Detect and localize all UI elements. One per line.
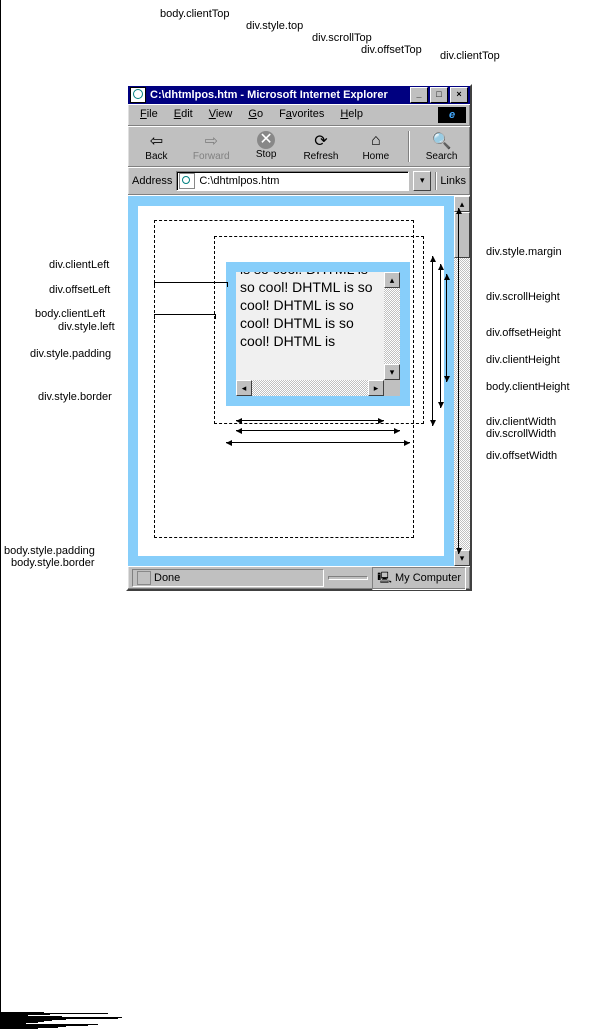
menu-favorites[interactable]: Favorites (271, 107, 332, 123)
forward-button[interactable]: ⇨ Forward (189, 131, 234, 162)
back-button[interactable]: ⇦ Back (134, 131, 179, 162)
statusbar: Done 🖳 My Computer (128, 566, 470, 589)
div-content: is so cool! DHTML is so cool! DHTML is s… (236, 272, 400, 396)
callout-div-scrollTop: div.scrollTop (312, 32, 372, 44)
bracket-offsetLeft (154, 282, 228, 287)
stop-label: Stop (256, 149, 277, 160)
callout-div-offsetWidth: div.offsetWidth (486, 450, 557, 462)
scroll-thumb[interactable] (454, 212, 470, 258)
search-label: Search (426, 151, 458, 162)
arrow-div-offsetHeight (440, 264, 441, 408)
menu-edit[interactable]: Edit (166, 107, 201, 123)
callout-div-clientHeight: div.clientHeight (486, 354, 560, 366)
minimize-button[interactable]: _ (410, 87, 428, 103)
arrow-div-scrollWidth (236, 430, 400, 431)
arrow-div-scrollHeight (432, 256, 433, 426)
scroll-corner (384, 380, 400, 396)
status-done: Done (132, 569, 324, 587)
menu-file[interactable]: File (132, 107, 166, 123)
titlebar[interactable]: C:\dhtmlpos.htm - Microsoft Internet Exp… (128, 86, 470, 104)
forward-label: Forward (193, 151, 230, 162)
close-button[interactable]: × (450, 87, 468, 103)
bracket-style-left (154, 314, 216, 319)
callout-div-clientLeft: div.clientLeft (49, 259, 109, 271)
ie-window: C:\dhtmlpos.htm - Microsoft Internet Exp… (126, 84, 472, 591)
back-label: Back (145, 151, 167, 162)
callout-div-style-top: div.style.top (246, 20, 303, 32)
address-dropdown[interactable]: ▾ (413, 171, 431, 191)
div-element: is so cool! DHTML is so cool! DHTML is s… (226, 262, 410, 406)
viewport-vscrollbar[interactable]: ▴ ▾ (454, 196, 470, 566)
address-value: C:\dhtmlpos.htm (199, 175, 279, 187)
arrow-div-clientHeight (446, 274, 447, 382)
callout-body-style-border: body.style.border (11, 557, 95, 569)
menu-view[interactable]: View (201, 107, 241, 123)
menubar: File Edit View Go Favorites Help e (128, 104, 470, 126)
scroll-up-btn[interactable]: ▴ (384, 272, 400, 288)
home-button[interactable]: ⌂ Home (353, 131, 398, 162)
callout-div-style-left: div.style.left (58, 321, 115, 333)
callout-div-style-border: div.style.border (38, 391, 112, 403)
callout-body-clientHeight: body.clientHeight (486, 381, 570, 393)
ie-logo: e (438, 107, 466, 123)
leader-line (0, 184, 1, 406)
links-label[interactable]: Links (440, 175, 466, 187)
addressbar: Address C:\dhtmlpos.htm ▾ Links (128, 167, 470, 195)
viewport: ▴ ▾ is so cool! DHTML is so cool! DHTML … (128, 195, 470, 566)
callout-div-style-margin: div.style.margin (486, 246, 562, 258)
done-icon (137, 571, 151, 585)
home-label: Home (362, 151, 389, 162)
callout-body-clientTop-top: body.clientTop (160, 8, 230, 20)
leader-line (0, 638, 1, 812)
callout-div-scrollWidth: div.scrollWidth (486, 428, 556, 440)
callout-div-offsetHeight: div.offsetHeight (486, 327, 561, 339)
status-zone: 🖳 My Computer (372, 567, 466, 590)
refresh-button[interactable]: ⟳ Refresh (299, 131, 344, 162)
callout-body-style-padding: body.style.padding (4, 545, 95, 557)
search-icon: 🔍 (432, 131, 452, 151)
back-arrow-icon: ⇦ (146, 131, 166, 151)
callout-div-clientWidth: div.clientWidth (486, 416, 556, 428)
status-spacer (328, 576, 368, 580)
scroll-right-btn[interactable]: ▸ (368, 380, 384, 396)
status-done-text: Done (154, 572, 180, 584)
div-hscrollbar[interactable]: ◂ ▸ (236, 380, 384, 396)
arrow-div-offsetWidth (226, 442, 410, 443)
callout-body-clientLeft: body.clientLeft (35, 308, 105, 320)
div-text: is so cool! DHTML is so cool! DHTML is s… (240, 272, 382, 350)
body-area: is so cool! DHTML is so cool! DHTML is s… (138, 206, 444, 556)
stop-button[interactable]: ✕ Stop (244, 131, 289, 162)
arrow-body-clientHeight (458, 208, 459, 554)
div-vscrollbar[interactable]: ▴ ▾ (384, 272, 400, 380)
callout-div-style-padding: div.style.padding (30, 348, 111, 360)
scroll-down-btn[interactable]: ▾ (384, 364, 400, 380)
refresh-label: Refresh (303, 151, 338, 162)
leader-line (0, 406, 1, 638)
callout-div-scrollHeight: div.scrollHeight (486, 291, 560, 303)
stop-icon: ✕ (257, 131, 275, 149)
document-icon (130, 87, 146, 103)
status-zone-text: My Computer (395, 572, 461, 584)
scroll-left-btn[interactable]: ◂ (236, 380, 252, 396)
menu-help[interactable]: Help (332, 107, 371, 123)
menu-go[interactable]: Go (240, 107, 271, 123)
callout-div-offsetTop: div.offsetTop (361, 44, 422, 56)
maximize-button[interactable]: □ (430, 87, 448, 103)
address-label: Address (132, 175, 172, 187)
leader-line (0, 0, 1, 184)
forward-arrow-icon: ⇨ (201, 131, 221, 151)
page-icon (179, 173, 195, 189)
home-icon: ⌂ (366, 131, 386, 151)
callout-div-offsetLeft: div.offsetLeft (49, 284, 110, 296)
computer-icon: 🖳 (377, 569, 392, 588)
arrow-div-clientWidth (236, 420, 384, 421)
leader-line (0, 812, 1, 1012)
refresh-icon: ⟳ (311, 131, 331, 151)
toolbar: ⇦ Back ⇨ Forward ✕ Stop ⟳ Refresh ⌂ Home… (128, 126, 470, 167)
window-title: C:\dhtmlpos.htm - Microsoft Internet Exp… (150, 89, 388, 101)
callout-div-clientTop-top: div.clientTop (440, 50, 500, 62)
address-input[interactable]: C:\dhtmlpos.htm (176, 171, 409, 191)
search-button[interactable]: 🔍 Search (419, 131, 464, 162)
